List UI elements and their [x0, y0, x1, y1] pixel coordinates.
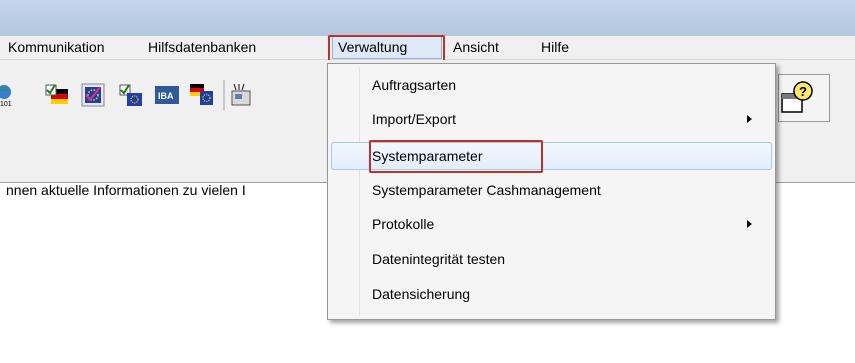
menu-label: Hilfe [541, 39, 570, 55]
iba-icon[interactable]: IBA [155, 83, 179, 107]
help-window-icon: ? [781, 81, 813, 113]
menu-item-label: Systemparameter Cashmanagement [372, 182, 601, 198]
menu-item-protokolle[interactable]: Protokolle [331, 210, 772, 238]
menu-ansicht[interactable]: Ansicht [448, 36, 504, 59]
toolbar-divider [223, 80, 225, 110]
submenu-arrow-icon [747, 115, 752, 123]
window-title-bar [0, 0, 855, 36]
menu-item-auftragsarten[interactable]: Auftragsarten [331, 71, 772, 99]
systemparameter-highlight-box [369, 140, 543, 173]
small-number-text: 101 [0, 101, 12, 107]
menu-label: Hilfsdatenbanken [148, 39, 257, 55]
eu-checklist-icon[interactable] [81, 83, 105, 107]
help-button[interactable]: ? [778, 74, 830, 122]
menu-item-import-export[interactable]: Import/Export [331, 105, 772, 133]
flag-eu-icon[interactable] [190, 83, 214, 107]
phone-icon[interactable] [230, 83, 252, 107]
menu-label: Kommunikation [8, 39, 105, 55]
iba-text: IBA [158, 91, 174, 101]
svg-text:?: ? [799, 84, 807, 99]
menu-item-label: Import/Export [372, 111, 457, 127]
verwaltung-dropdown-menu: Auftragsarten Import/Export Systemparame… [327, 63, 776, 320]
menu-kommunikation[interactable]: Kommunikation [3, 36, 110, 59]
menu-item-datenintegritaet-testen[interactable]: Datenintegrität testen [331, 245, 772, 273]
menu-hilfe[interactable]: Hilfe [536, 36, 574, 59]
flag-checklist-icon[interactable] [119, 83, 143, 107]
menu-item-label: Protokolle [372, 216, 435, 232]
flag-checklist-icon[interactable] [45, 83, 69, 107]
verwaltung-highlight-box [328, 35, 445, 62]
submenu-arrow-icon [747, 220, 752, 228]
info-text: nnen aktuelle Informationen zu vielen I [6, 182, 246, 198]
menu-item-datensicherung[interactable]: Datensicherung [331, 280, 772, 308]
menu-item-systemparameter-cashmanagement[interactable]: Systemparameter Cashmanagement [331, 176, 772, 204]
menu-hilfsdatenbanken[interactable]: Hilfsdatenbanken [143, 36, 261, 59]
menu-item-label: Datenintegrität testen [372, 251, 506, 267]
globe-icon[interactable]: 101 [0, 83, 14, 108]
menu-label: Ansicht [453, 39, 499, 55]
menu-item-label: Datensicherung [372, 286, 471, 302]
menu-item-label: Auftragsarten [372, 77, 457, 93]
